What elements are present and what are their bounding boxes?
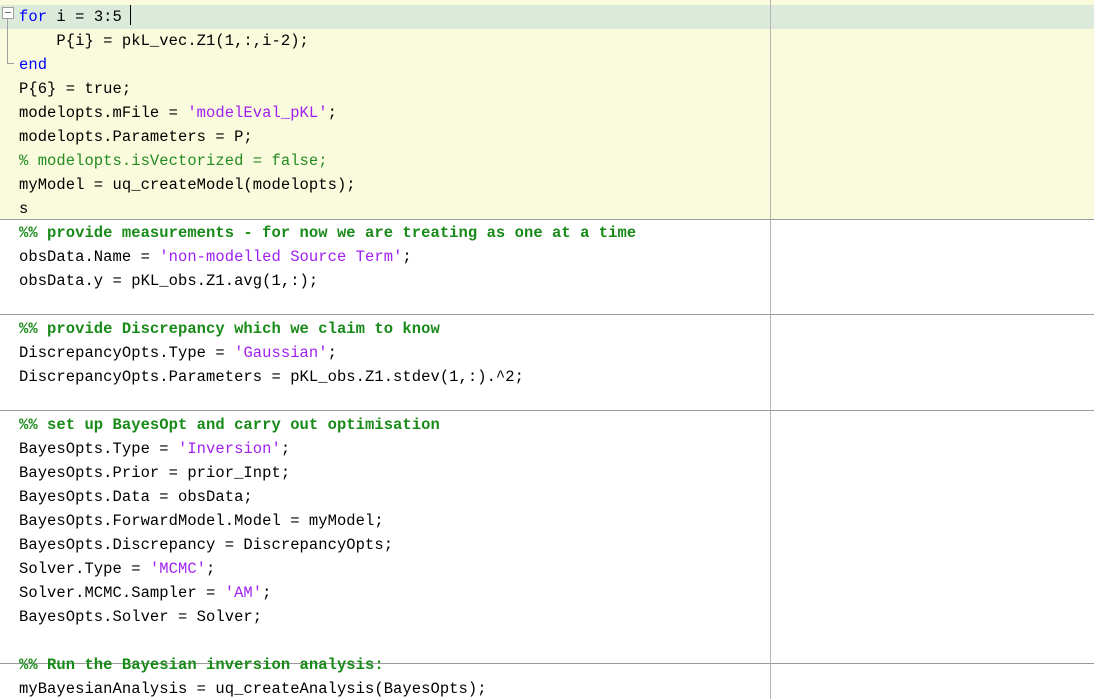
cell-divider-3 — [0, 410, 1094, 411]
line-mymodel-create[interactable]: myModel = uq_createModel(modelopts); — [19, 173, 356, 197]
line-bayesopts-type-token-1: BayesOpts.Type = — [19, 440, 178, 458]
line-bayesopts-discrepancy[interactable]: BayesOpts.Discrepancy = DiscrepancyOpts; — [19, 533, 393, 557]
line-obsdata-name-token-3: ; — [402, 248, 412, 266]
line-end[interactable]: end — [19, 53, 47, 77]
line-cell-setup-bayesopt[interactable]: %% set up BayesOpt and carry out optimis… — [19, 413, 440, 437]
line-discrepancy-type-token-3: ; — [327, 344, 337, 362]
line-assign-P-6-token-1: P{6} = true; — [19, 80, 132, 98]
line-obsdata-name-token-2: 'non-modelled Source Term' — [159, 248, 403, 266]
line-bayesopts-data[interactable]: BayesOpts.Data = obsData; — [19, 485, 253, 509]
cell-divider-2 — [0, 314, 1094, 315]
fold-bracket-foot — [7, 63, 14, 64]
code-editor-pane[interactable]: for i = 3:5 P{i} = pkL_vec.Z1(1,:,i-2);e… — [0, 0, 1094, 699]
line-cell-provide-measurements-token-1: %% provide measurements - for now we are… — [19, 224, 637, 242]
line-modelopts-mfile-token-3: ; — [327, 104, 337, 122]
line-bayesopts-type-token-3: ; — [280, 440, 291, 458]
line-modelopts-parameters[interactable]: modelopts.Parameters = P; — [19, 125, 253, 149]
line-cell-provide-measurements[interactable]: %% provide measurements - for now we are… — [19, 221, 636, 245]
line-obsdata-name-token-1: obsData.Name = — [19, 248, 160, 266]
line-create-analysis-token-1: myBayesianAnalysis = uq_createAnalysis(B… — [19, 680, 487, 698]
current-line — [0, 5, 1094, 29]
line-assign-P-i[interactable]: P{i} = pkL_vec.Z1(1,:,i-2); — [19, 29, 309, 53]
line-cell-run-analysis[interactable]: %% Run the Bayesian inversion analysis: — [19, 653, 384, 677]
line-bayesopts-prior-token-1: BayesOpts.Prior = prior_Inpt; — [19, 464, 291, 482]
fold-bracket-stem — [7, 19, 8, 64]
line-bayesopts-solver[interactable]: BayesOpts.Solver = Solver; — [19, 605, 262, 629]
line-solver-type-token-2: 'MCMC' — [149, 560, 207, 578]
line-create-analysis[interactable]: myBayesianAnalysis = uq_createAnalysis(B… — [19, 677, 487, 699]
line-modelopts-parameters-token-1: modelopts.Parameters = P; — [19, 128, 253, 146]
line-end-token-1: end — [19, 56, 48, 74]
line-for-loop-token-1: for — [19, 8, 48, 26]
line-modelopts-mfile-token-1: modelopts.mFile = — [19, 104, 188, 122]
line-bayesopts-discrepancy-token-1: BayesOpts.Discrepancy = DiscrepancyOpts; — [19, 536, 394, 554]
line-modelopts-mfile[interactable]: modelopts.mFile = 'modelEval_pKL'; — [19, 101, 337, 125]
line-for-loop[interactable]: for i = 3:5 — [19, 5, 122, 29]
right-margin-rule — [770, 0, 771, 699]
line-assign-P-6[interactable]: P{6} = true; — [19, 77, 131, 101]
line-solver-type[interactable]: Solver.Type = 'MCMC'; — [19, 557, 215, 581]
line-comment-isvectorized-token-1: % modelopts.isVectorized = false; — [19, 152, 328, 170]
text-caret — [130, 5, 131, 25]
line-solver-type-token-1: Solver.Type = — [19, 560, 150, 578]
line-bayesopts-solver-token-1: BayesOpts.Solver = Solver; — [19, 608, 263, 626]
line-for-loop-token-2: i = 3:5 — [47, 8, 122, 26]
line-discrepancy-parameters-token-1: DiscrepancyOpts.Parameters = pKL_obs.Z1.… — [19, 368, 524, 386]
fold-collapse-icon[interactable] — [2, 7, 14, 19]
line-discrepancy-type-token-2: 'Gaussian' — [234, 344, 328, 362]
line-cell-provide-discrepancy-token-1: %% provide Discrepancy which we claim to… — [19, 320, 440, 338]
line-bayesopts-type-token-2: 'Inversion' — [177, 440, 281, 458]
line-discrepancy-type[interactable]: DiscrepancyOpts.Type = 'Gaussian'; — [19, 341, 337, 365]
line-solver-sampler-token-1: Solver.MCMC.Sampler = — [19, 584, 225, 602]
line-bayesopts-prior[interactable]: BayesOpts.Prior = prior_Inpt; — [19, 461, 290, 485]
line-mymodel-create-token-1: myModel = uq_createModel(modelopts); — [19, 176, 356, 194]
line-obsdata-y-token-1: obsData.y = pKL_obs.Z1.avg(1,:); — [19, 272, 319, 290]
line-cell-setup-bayesopt-token-1: %% set up BayesOpt and carry out optimis… — [19, 416, 440, 434]
line-comment-isvectorized[interactable]: % modelopts.isVectorized = false; — [19, 149, 328, 173]
line-stray-s-token-1: s — [19, 200, 29, 218]
line-obsdata-y[interactable]: obsData.y = pKL_obs.Z1.avg(1,:); — [19, 269, 318, 293]
line-stray-s[interactable]: s — [19, 197, 28, 221]
line-modelopts-mfile-token-2: 'modelEval_pKL' — [187, 104, 328, 122]
line-solver-type-token-3: ; — [206, 560, 216, 578]
line-bayesopts-type[interactable]: BayesOpts.Type = 'Inversion'; — [19, 437, 290, 461]
line-solver-sampler-token-2: 'AM' — [224, 584, 263, 602]
line-solver-sampler[interactable]: Solver.MCMC.Sampler = 'AM'; — [19, 581, 272, 605]
line-assign-P-i-token-1: P{i} = pkL_vec.Z1(1,:,i-2); — [19, 32, 309, 50]
line-cell-provide-discrepancy[interactable]: %% provide Discrepancy which we claim to… — [19, 317, 440, 341]
line-discrepancy-type-token-1: DiscrepancyOpts.Type = — [19, 344, 235, 362]
line-bayesopts-forwardmodel-token-1: BayesOpts.ForwardModel.Model = myModel; — [19, 512, 384, 530]
line-obsdata-name[interactable]: obsData.Name = 'non-modelled Source Term… — [19, 245, 412, 269]
line-cell-run-analysis-token-1: %% Run the Bayesian inversion analysis: — [19, 656, 384, 674]
line-bayesopts-data-token-1: BayesOpts.Data = obsData; — [19, 488, 253, 506]
line-bayesopts-forwardmodel[interactable]: BayesOpts.ForwardModel.Model = myModel; — [19, 509, 384, 533]
line-solver-sampler-token-3: ; — [262, 584, 272, 602]
line-discrepancy-parameters[interactable]: DiscrepancyOpts.Parameters = pKL_obs.Z1.… — [19, 365, 524, 389]
cell-divider-1 — [0, 219, 1094, 220]
